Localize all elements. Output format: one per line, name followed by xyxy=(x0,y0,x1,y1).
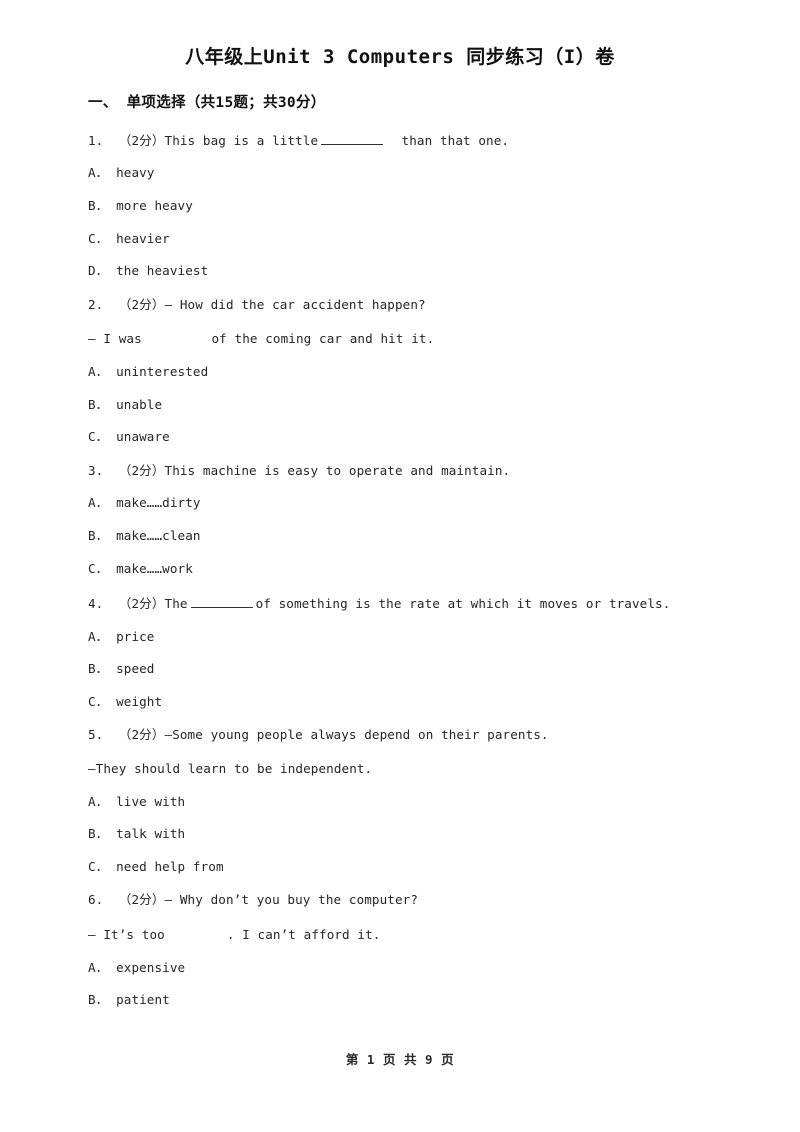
document-page: 八年级上Unit 3 Computers 同步练习（I）卷 一、 单项选择（共1… xyxy=(0,0,800,1132)
option-letter: A． xyxy=(88,495,109,511)
option-letter: C． xyxy=(88,429,109,445)
option-text: unable xyxy=(116,396,163,412)
question-4-number: 4. xyxy=(88,596,104,612)
option-letter: C． xyxy=(88,693,109,709)
option-text: heavy xyxy=(116,165,155,181)
question-5-score: （2分） xyxy=(118,727,165,743)
option-text: unaware xyxy=(116,429,170,445)
question-4-option-b[interactable]: B． speed xyxy=(88,643,712,676)
question-4-text-before: The xyxy=(164,596,188,612)
question-5-subline: —They should learn to be independent. xyxy=(88,761,373,777)
option-text: live with xyxy=(116,793,186,809)
question-3-option-c[interactable]: C． make……work xyxy=(88,543,712,576)
question-6-option-a[interactable]: A． expensive xyxy=(88,942,712,975)
option-letter: A． xyxy=(88,959,109,975)
question-2-option-b[interactable]: B． unable xyxy=(88,379,712,412)
question-1-option-a[interactable]: A． heavy xyxy=(88,147,712,180)
option-text: expensive xyxy=(116,959,186,975)
question-6-sub-before: — It’s too xyxy=(88,927,165,943)
question-1-blank xyxy=(321,133,384,145)
question-1-option-b[interactable]: B． more heavy xyxy=(88,180,712,213)
option-text: the heaviest xyxy=(116,263,209,279)
option-text: more heavy xyxy=(116,197,193,213)
question-4-option-c[interactable]: C． weight xyxy=(88,676,712,709)
question-6-text: — Why don’t you buy the computer? xyxy=(164,892,419,908)
question-1-text-before: This bag is a little xyxy=(164,132,319,148)
option-text: weight xyxy=(116,693,163,709)
option-text: uninterested xyxy=(116,363,209,379)
question-2-option-c[interactable]: C． unaware xyxy=(88,411,712,444)
question-2-sub-after: of the coming car and hit it. xyxy=(211,331,435,347)
option-letter: C． xyxy=(88,230,109,246)
option-text: price xyxy=(116,628,155,644)
question-3-option-a[interactable]: A． make……dirty xyxy=(88,477,712,510)
question-4-stem: 4. （2分）The of something is the rate at wh… xyxy=(88,575,712,611)
question-3-text: This machine is easy to operate and main… xyxy=(164,462,511,478)
question-4-score: （2分） xyxy=(118,596,165,612)
question-2-score: （2分） xyxy=(118,296,165,312)
question-6-option-b[interactable]: B． patient xyxy=(88,974,712,1007)
question-2-text: — How did the car accident happen? xyxy=(164,296,426,312)
option-text: talk with xyxy=(116,826,186,842)
question-4-option-a[interactable]: A． price xyxy=(88,611,712,644)
option-letter: B． xyxy=(88,197,109,213)
question-6-subline: — It’s too . I can’t afford it. xyxy=(88,907,712,942)
question-6-stem: 6. （2分）— Why don’t you buy the computer? xyxy=(88,873,712,907)
question-2-sub-before: — I was xyxy=(88,331,142,347)
question-6-sub-after: . I can’t afford it. xyxy=(226,927,381,943)
question-2-subline: — I was of the coming car and hit it. xyxy=(88,311,712,346)
question-6-number: 6. xyxy=(88,892,104,908)
question-2-blank xyxy=(142,332,204,343)
question-4-text-after: of something is the rate at which it mov… xyxy=(255,596,671,612)
option-letter: B． xyxy=(88,661,109,677)
question-3-number: 3. xyxy=(88,462,104,478)
option-letter: D． xyxy=(88,263,109,279)
question-2-option-a[interactable]: A． uninterested xyxy=(88,346,712,379)
page-title: 八年级上Unit 3 Computers 同步练习（I）卷 xyxy=(185,46,615,68)
question-6-blank xyxy=(165,928,227,939)
option-text: make……dirty xyxy=(116,495,201,511)
option-letter: A． xyxy=(88,628,109,644)
question-2-stem: 2. （2分）— How did the car accident happen… xyxy=(88,278,712,312)
question-3-option-b[interactable]: B． make……clean xyxy=(88,510,712,543)
option-text: need help from xyxy=(116,858,224,874)
question-3-score: （2分） xyxy=(118,462,165,478)
question-1-stem: 1. （2分）This bag is a little than that on… xyxy=(88,112,712,148)
option-letter: A． xyxy=(88,363,109,379)
question-1-text-after: than that one. xyxy=(401,132,510,148)
question-6-score: （2分） xyxy=(118,892,165,908)
question-list: 1. （2分）This bag is a little than that on… xyxy=(88,112,712,1007)
option-letter: A． xyxy=(88,165,109,181)
option-letter: A． xyxy=(88,793,109,809)
question-4-blank xyxy=(190,596,253,609)
option-text: make……work xyxy=(116,560,193,576)
question-1-option-c[interactable]: C． heavier xyxy=(88,213,712,246)
option-letter: C． xyxy=(88,560,109,576)
question-1-number: 1. xyxy=(88,132,104,148)
question-5-option-c[interactable]: C． need help from xyxy=(88,841,712,874)
option-letter: B． xyxy=(88,826,109,842)
question-3-stem: 3. （2分）This machine is easy to operate a… xyxy=(88,444,712,478)
question-5-stem: 5. （2分）—Some young people always depend … xyxy=(88,708,712,742)
page-footer: 第 1 页 共 9 页 xyxy=(345,1052,455,1067)
question-2-number: 2. xyxy=(88,296,104,312)
option-text: make……clean xyxy=(116,527,201,543)
option-text: speed xyxy=(116,661,155,677)
question-5-option-b[interactable]: B． talk with xyxy=(88,808,712,841)
question-1-option-d[interactable]: D． the heaviest xyxy=(88,245,712,278)
option-letter: B． xyxy=(88,527,109,543)
question-5-number: 5. xyxy=(88,727,104,743)
question-1-score: （2分） xyxy=(118,132,165,148)
option-text: patient xyxy=(116,992,170,1008)
question-5-option-a[interactable]: A． live with xyxy=(88,776,712,809)
question-5-text: —Some young people always depend on thei… xyxy=(164,727,549,743)
option-text: heavier xyxy=(116,230,170,246)
option-letter: C． xyxy=(88,858,109,874)
option-letter: B． xyxy=(88,992,109,1008)
option-letter: B． xyxy=(88,396,109,412)
section-heading-1: 一、 单项选择（共15题；共30分） xyxy=(88,94,326,111)
